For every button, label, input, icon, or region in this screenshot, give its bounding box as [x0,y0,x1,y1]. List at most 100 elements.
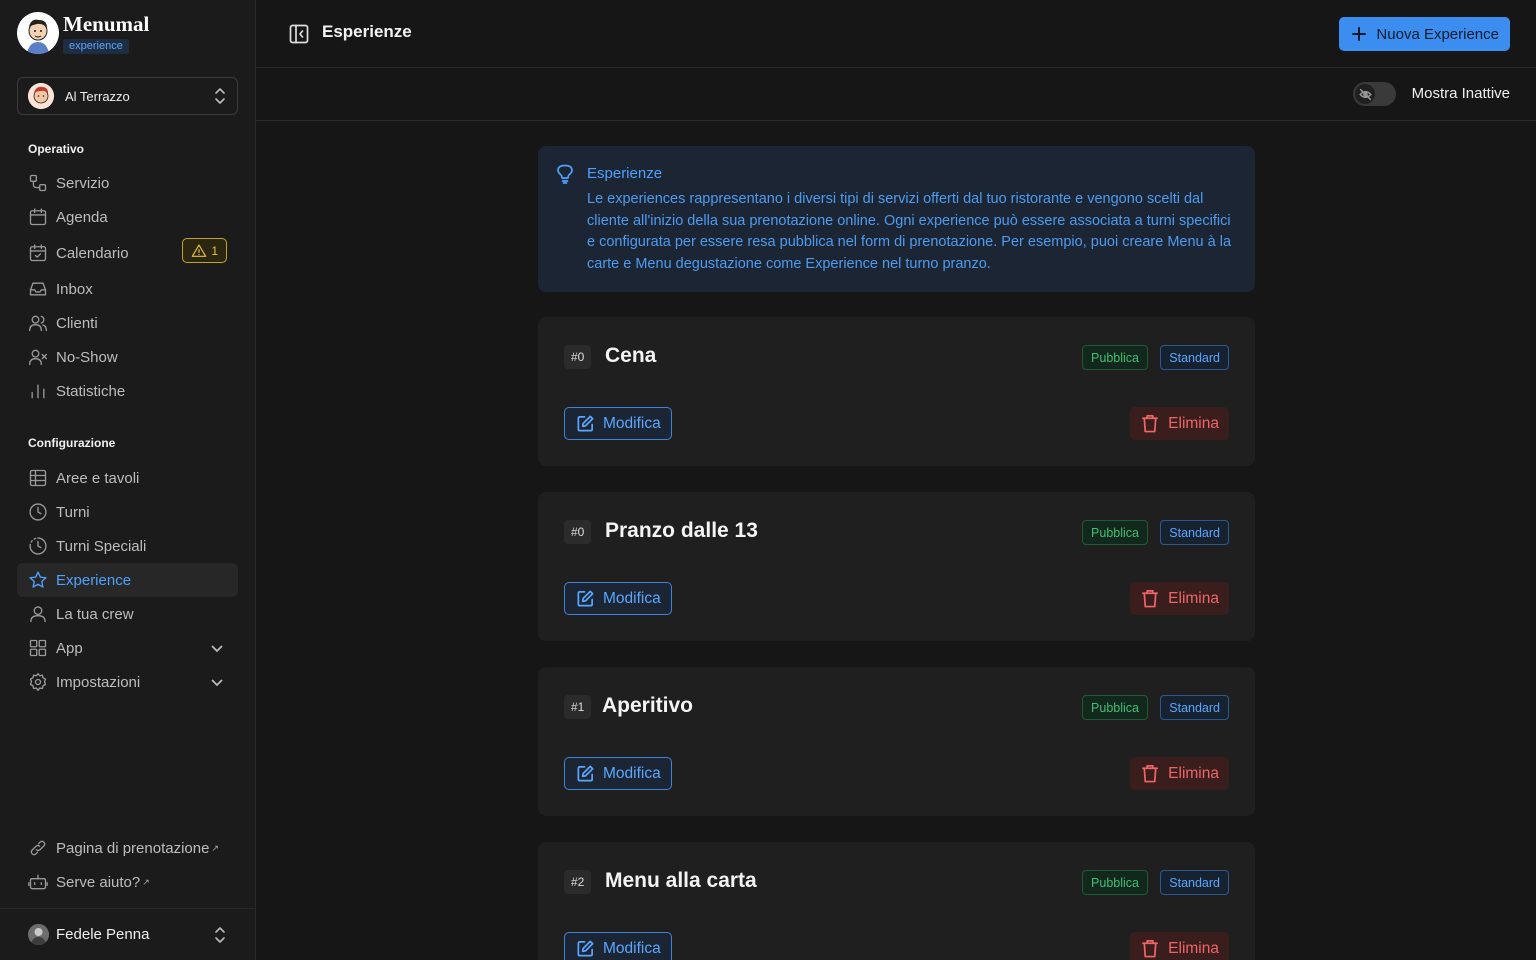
experience-card: #0 Pranzo dalle 13 Pubblica Standard Mod… [538,492,1255,641]
gear-icon [29,673,47,691]
sidebar-link-booking-page[interactable]: Pagina di prenotazione ↗ [17,831,238,865]
sidebar-item-clienti[interactable]: Clienti [17,306,238,340]
external-link-icon: ↗ [211,842,219,853]
calendar-check-icon [29,244,47,262]
sidebar-item-agenda[interactable]: Agenda [17,200,238,234]
section-label-operativo: Operativo [28,142,85,156]
link-icon [30,840,46,856]
edit-icon [577,940,594,957]
delete-button[interactable]: Elimina [1130,932,1229,960]
nav-footer-links: Pagina di prenotazione ↗ Serve aiuto? ↗ [17,831,238,899]
bar-chart-icon [31,384,45,399]
new-experience-label: Nuova Experience [1376,25,1499,43]
top-bar: Esperienze Nuova Experience [256,0,1536,68]
sidebar-item-label: Turni Speciali [56,537,147,555]
delete-button[interactable]: Elimina [1130,582,1229,615]
sidebar-item-crew[interactable]: La tua crew [17,597,238,631]
sidebar-item-statistiche[interactable]: Statistiche [17,374,238,408]
experience-name: Aperitivo [602,694,694,717]
brand-name: Menumal [63,12,150,36]
sidebar-item-label: Servizio [56,174,110,192]
edit-icon [577,765,594,782]
edit-button[interactable]: Modifica [564,932,672,960]
edit-button[interactable]: Modifica [564,757,672,790]
public-badge: Pubblica [1082,345,1148,370]
clock-dashed-icon [29,537,47,555]
sidebar-item-label: Statistiche [56,382,126,400]
delete-label: Elimina [1168,939,1219,957]
trash-icon [1142,765,1159,783]
user-name: Fedele Penna [56,926,150,943]
experience-card: #0 Cena Pubblica Standard Modifica Elimi… [538,317,1255,466]
warning-count: 1 [211,243,218,258]
sidebar-link-help[interactable]: Serve aiuto? ↗ [17,865,238,899]
sidebar-toggle-icon[interactable] [289,24,309,44]
user-x-icon [29,349,47,366]
edit-button[interactable]: Modifica [564,582,672,615]
workflow-icon [29,174,47,192]
sidebar-item-calendario[interactable]: Calendario 1 [17,234,238,272]
user-menu[interactable]: Fedele Penna [0,908,255,960]
brand-badge: experience [63,39,129,54]
delete-button[interactable]: Elimina [1130,407,1229,440]
edit-label: Modifica [603,414,661,432]
info-title: Esperienze [587,165,663,182]
type-badge: Standard [1160,870,1229,895]
sidebar-item-label: No-Show [56,348,118,366]
sidebar-item-label: Agenda [56,208,108,226]
show-inactive-toggle[interactable] [1353,82,1396,106]
sidebar-item-app[interactable]: App [17,631,238,665]
external-link-icon: ↗ [142,876,150,887]
experience-number: #0 [564,520,592,544]
experience-number: #2 [564,870,592,894]
brand-logo [17,12,59,54]
trash-icon [1142,590,1159,608]
sidebar-item-label: Aree e tavoli [56,469,140,487]
user-avatar [28,924,49,945]
sidebar-item-servizio[interactable]: Servizio [17,166,238,200]
new-experience-button[interactable]: Nuova Experience [1339,17,1510,51]
edit-label: Modifica [603,939,661,957]
delete-button[interactable]: Elimina [1130,757,1229,790]
experience-card: #1 Aperitivo Pubblica Standard Modifica … [538,667,1255,816]
edit-icon [577,590,594,607]
user-icon [30,606,46,623]
experience-name: Cena [605,344,657,367]
sidebar-item-label: Clienti [56,314,98,332]
public-badge: Pubblica [1082,520,1148,545]
sidebar-item-inbox[interactable]: Inbox [17,272,238,306]
public-badge: Pubblica [1082,870,1148,895]
sidebar-item-turni-speciali[interactable]: Turni Speciali [17,529,238,563]
info-box: Esperienze Le experiences rappresentano … [538,146,1255,292]
section-label-configurazione: Configurazione [28,436,116,450]
sidebar-item-experience[interactable]: Experience [17,563,238,597]
experience-number: #1 [564,695,592,719]
edit-label: Modifica [603,764,661,782]
sidebar-item-label: App [56,639,83,657]
grid-icon [29,639,47,657]
lightbulb-icon [557,164,573,184]
sidebar-item-no-show[interactable]: No-Show [17,340,238,374]
eye-off-icon [1358,88,1372,100]
brand[interactable]: Menumal experience [17,12,149,54]
bot-icon [28,874,48,890]
experience-name: Menu alla carta [605,869,757,892]
experience-number: #0 [564,345,592,369]
users-icon [29,315,47,332]
calendar-icon [29,208,47,226]
sidebar-item-aree-tavoli[interactable]: Aree e tavoli [17,461,238,495]
warning-badge[interactable]: 1 [182,238,227,263]
type-badge: Standard [1160,520,1229,545]
sidebar-item-turni[interactable]: Turni [17,495,238,529]
trash-icon [1142,940,1159,958]
delete-label: Elimina [1168,764,1219,782]
experience-name: Pranzo dalle 13 [605,519,758,542]
delete-label: Elimina [1168,589,1219,607]
warning-icon [192,243,207,257]
clock-icon [29,503,47,521]
sidebar-item-impostazioni[interactable]: Impostazioni [17,665,238,699]
sidebar-link-label: Pagina di prenotazione [56,839,210,857]
restaurant-selector[interactable]: Al Terrazzo [17,77,238,115]
edit-button[interactable]: Modifica [564,407,672,440]
trash-icon [1142,415,1159,433]
